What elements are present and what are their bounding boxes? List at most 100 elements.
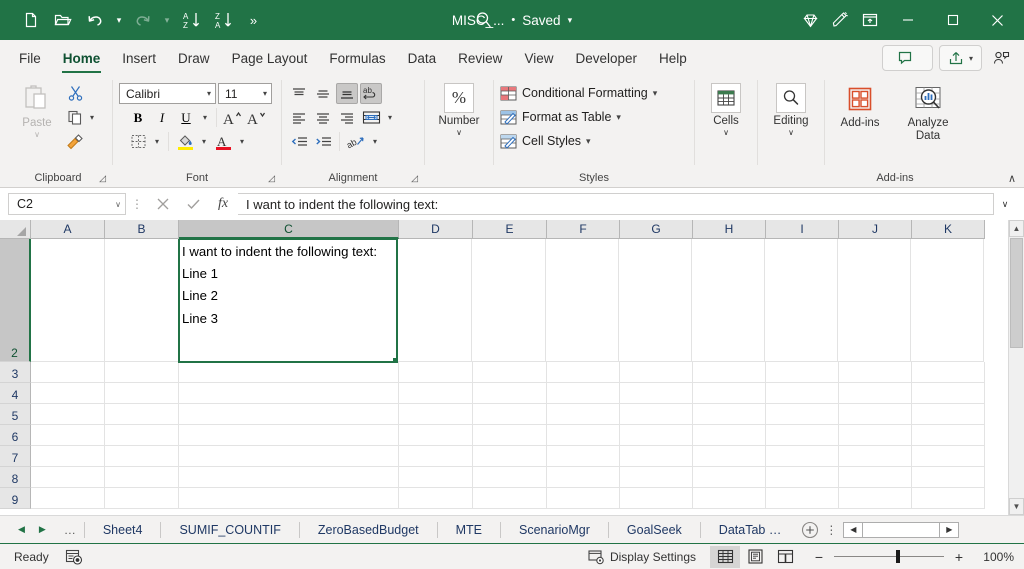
sheet-tab-sheet4[interactable]: Sheet4 (93, 517, 153, 543)
cell-i4[interactable] (766, 383, 839, 404)
cell-f5[interactable] (547, 404, 620, 425)
row-header-3[interactable]: 3 (0, 362, 31, 383)
cell-e8[interactable] (473, 467, 547, 488)
cell-c4[interactable] (179, 383, 399, 404)
cell-g3[interactable] (620, 362, 693, 383)
page-break-view-button[interactable] (770, 546, 800, 568)
formula-bar-grip[interactable]: ⋮ (126, 197, 148, 211)
align-left-button[interactable] (288, 107, 310, 128)
increase-indent-button[interactable] (312, 131, 334, 152)
cell-g6[interactable] (620, 425, 693, 446)
font-size-caret-icon[interactable]: ▾ (257, 89, 267, 98)
undo-icon[interactable] (80, 5, 110, 35)
vertical-scrollbar[interactable]: ▲ ▼ (1008, 220, 1024, 515)
cell-h5[interactable] (693, 404, 766, 425)
cells-caret-icon[interactable]: ∨ (723, 128, 729, 137)
cell-k7[interactable] (912, 446, 985, 467)
bold-button[interactable]: B (127, 107, 149, 128)
cell-g8[interactable] (620, 467, 693, 488)
zoom-out-button[interactable]: − (812, 549, 826, 565)
record-macro-icon[interactable] (65, 549, 83, 565)
cell-b3[interactable] (105, 362, 179, 383)
clipboard-dialog-launcher[interactable]: ◿ (99, 173, 106, 184)
new-file-icon[interactable] (16, 5, 46, 35)
cell-e4[interactable] (473, 383, 547, 404)
copy-icon[interactable] (64, 107, 86, 128)
tab-help[interactable]: Help (648, 40, 698, 76)
sheet-overflow-button[interactable]: … (60, 523, 76, 537)
column-header-b[interactable]: B (105, 220, 179, 239)
open-folder-icon[interactable] (48, 5, 78, 35)
zoom-slider-track[interactable] (834, 556, 944, 557)
cell-h9[interactable] (693, 488, 766, 509)
cell-g7[interactable] (620, 446, 693, 467)
format-painter-icon[interactable] (64, 131, 86, 152)
cell-j9[interactable] (839, 488, 912, 509)
cell-b7[interactable] (105, 446, 179, 467)
scroll-up-button[interactable]: ▲ (1009, 220, 1024, 237)
borders-caret-icon[interactable]: ▾ (151, 131, 163, 152)
cell-k9[interactable] (912, 488, 985, 509)
conditional-formatting-button[interactable]: Conditional Formatting ▾ (500, 82, 657, 104)
format-as-table-caret-icon[interactable]: ▾ (616, 112, 621, 123)
add-ins-button[interactable]: Add-ins (831, 81, 889, 130)
next-sheet-button[interactable]: ▶ (39, 524, 46, 535)
cell-d9[interactable] (399, 488, 473, 509)
tab-draw[interactable]: Draw (167, 40, 221, 76)
alignment-dialog-launcher[interactable]: ◿ (411, 173, 418, 184)
row-header-5[interactable]: 5 (0, 404, 31, 425)
tab-review[interactable]: Review (447, 40, 513, 76)
cell-h2[interactable] (692, 239, 765, 362)
cell-c3[interactable] (179, 362, 399, 383)
column-header-a[interactable]: A (31, 220, 105, 239)
align-middle-button[interactable] (312, 83, 334, 104)
cell-f7[interactable] (547, 446, 620, 467)
cell-g4[interactable] (620, 383, 693, 404)
cell-f8[interactable] (547, 467, 620, 488)
search-icon[interactable] (470, 6, 498, 34)
fill-color-caret-icon[interactable]: ▾ (198, 131, 210, 152)
column-header-e[interactable]: E (473, 220, 547, 239)
tab-page-layout[interactable]: Page Layout (221, 40, 319, 76)
zoom-in-button[interactable]: + (952, 549, 966, 565)
cell-c7[interactable] (179, 446, 399, 467)
cell-k5[interactable] (912, 404, 985, 425)
cell-e7[interactable] (473, 446, 547, 467)
saved-caret-icon[interactable]: ▾ (568, 15, 573, 26)
cell-h6[interactable] (693, 425, 766, 446)
collapse-ribbon-button[interactable]: ∧ (1008, 172, 1016, 185)
cell-j4[interactable] (839, 383, 912, 404)
cell-b8[interactable] (105, 467, 179, 488)
cell-a4[interactable] (31, 383, 105, 404)
cell-h7[interactable] (693, 446, 766, 467)
horizontal-scrollbar[interactable]: ◀ ▶ (843, 522, 959, 538)
close-button[interactable] (975, 0, 1020, 40)
cell-c2[interactable]: I want to indent the following text: Lin… (178, 239, 398, 363)
add-sheet-button[interactable] (797, 517, 823, 543)
paste-button[interactable]: Paste ∨ (10, 81, 64, 139)
align-top-button[interactable] (288, 83, 310, 104)
sheet-tab-mte[interactable]: MTE (446, 517, 492, 543)
font-name-caret-icon[interactable]: ▾ (201, 89, 211, 98)
align-bottom-button[interactable] (336, 83, 358, 104)
cell-a8[interactable] (31, 467, 105, 488)
analyze-data-button[interactable]: Analyze Data (897, 81, 959, 143)
previous-sheet-button[interactable]: ◀ (18, 524, 25, 535)
cell-g9[interactable] (620, 488, 693, 509)
comments-button[interactable] (882, 45, 933, 71)
tab-home[interactable]: Home (52, 40, 112, 76)
cell-h4[interactable] (693, 383, 766, 404)
cell-e3[interactable] (473, 362, 547, 383)
font-color-caret-icon[interactable]: ▾ (236, 131, 248, 152)
cell-a9[interactable] (31, 488, 105, 509)
sheet-tab-goalseek[interactable]: GoalSeek (617, 517, 692, 543)
column-header-c[interactable]: C (179, 220, 399, 239)
formula-input[interactable]: I want to indent the following text: (238, 193, 994, 215)
cell-a6[interactable] (31, 425, 105, 446)
name-box-caret-icon[interactable]: ∨ (115, 200, 121, 209)
cell-c8[interactable] (179, 467, 399, 488)
cell-j3[interactable] (839, 362, 912, 383)
pen-draw-icon[interactable] (825, 5, 855, 35)
select-all-corner[interactable] (0, 220, 31, 239)
cell-e2[interactable] (472, 239, 546, 362)
